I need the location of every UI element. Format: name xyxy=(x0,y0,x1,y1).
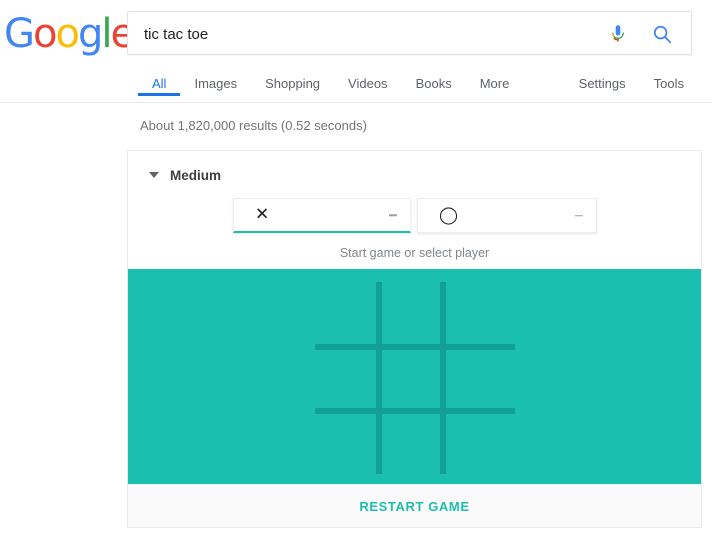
nav-left-group: All Images Shopping Videos Books More xyxy=(138,68,523,96)
tab-all[interactable]: All xyxy=(138,68,181,96)
microphone-icon[interactable] xyxy=(607,22,629,46)
o-mark-icon: ◯ xyxy=(439,205,459,225)
tab-shopping[interactable]: Shopping xyxy=(251,68,334,94)
restart-game-label: RESTART GAME xyxy=(359,498,470,514)
grid-line-horizontal-1 xyxy=(314,344,515,350)
logo-letter-g1: G xyxy=(4,11,35,57)
grid-line-horizontal-2 xyxy=(314,408,515,414)
board-grid xyxy=(314,282,515,474)
game-hint-text: Start game or select player xyxy=(339,246,490,260)
search-nav-tabs: All Images Shopping Videos Books More Se… xyxy=(0,68,712,103)
difficulty-label: Medium xyxy=(170,167,222,183)
tab-images[interactable]: Images xyxy=(180,68,251,94)
tic-tac-toe-board[interactable] xyxy=(128,269,701,487)
grid-line-vertical-1 xyxy=(375,282,382,474)
logo-letter-o1: o xyxy=(33,11,58,57)
tab-books[interactable]: Books xyxy=(402,68,466,94)
player-o-select[interactable]: ◯ xyxy=(417,198,597,233)
grid-line-vertical-2 xyxy=(439,282,446,474)
difficulty-selector[interactable]: Medium xyxy=(128,151,701,199)
search-header: Google xyxy=(0,0,712,68)
tab-tools[interactable]: Tools xyxy=(640,68,698,94)
search-input[interactable] xyxy=(142,12,606,56)
tic-tac-toe-game-card: Medium ✕ ◯ Start game or select player R… xyxy=(127,150,702,528)
chevron-down-icon[interactable] xyxy=(149,172,159,178)
player-o-dropdown-dash xyxy=(575,214,583,217)
search-icon[interactable] xyxy=(651,23,673,45)
restart-game-button[interactable]: RESTART GAME xyxy=(128,484,701,527)
tab-more[interactable]: More xyxy=(466,68,524,94)
player-selectors: ✕ ◯ xyxy=(128,198,701,240)
logo-letter-g2: g xyxy=(77,11,103,57)
tab-videos[interactable]: Videos xyxy=(334,68,402,94)
nav-right-group: Settings Tools xyxy=(565,68,698,94)
x-mark-icon: ✕ xyxy=(255,204,270,225)
search-box[interactable] xyxy=(127,11,692,56)
player-x-dropdown-dash xyxy=(389,214,397,216)
result-stats: About 1,820,000 results (0.52 seconds) xyxy=(140,118,367,133)
google-logo[interactable]: Google xyxy=(4,11,135,57)
tab-settings[interactable]: Settings xyxy=(565,68,640,94)
logo-letter-o2: o xyxy=(55,11,80,57)
player-x-select[interactable]: ✕ xyxy=(233,198,411,233)
